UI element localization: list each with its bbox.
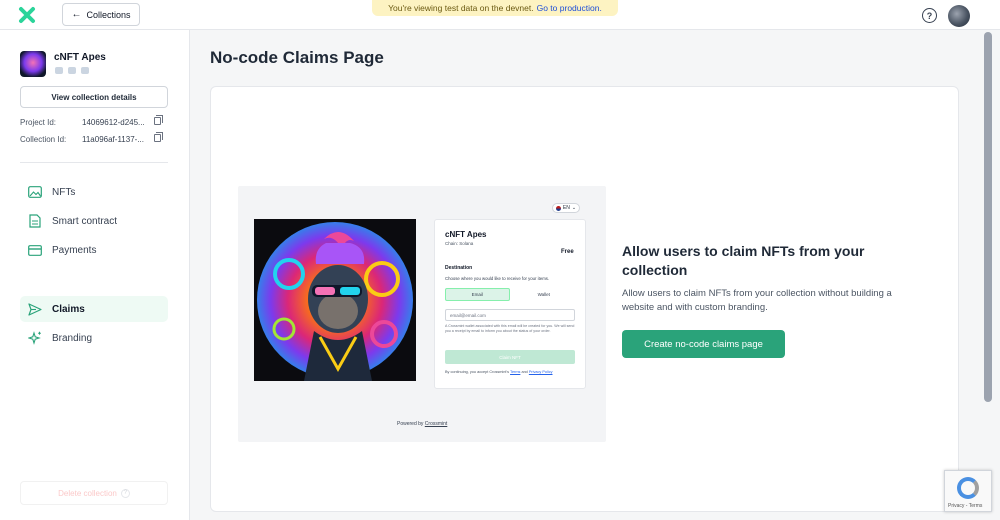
go-to-production-link[interactable]: Go to production. xyxy=(537,3,602,13)
back-to-collections-button[interactable]: ← Collections xyxy=(62,3,140,26)
back-button-label: Collections xyxy=(86,9,131,20)
tab-wallet[interactable]: Wallet xyxy=(513,288,576,301)
crossmint-logo-icon[interactable] xyxy=(18,6,36,24)
destination-instructions: Choose where you would like to receive f… xyxy=(445,276,550,281)
scrollbar[interactable] xyxy=(984,32,992,402)
twitter-icon[interactable] xyxy=(68,67,76,74)
destination-tabs: Email Wallet xyxy=(445,288,575,301)
discord-icon[interactable] xyxy=(81,67,89,74)
recaptcha-icon xyxy=(957,477,979,499)
tab-email[interactable]: Email xyxy=(445,288,510,301)
recaptcha-links[interactable]: Privacy - Terms xyxy=(948,503,982,509)
sidebar-item-payments[interactable]: Payments xyxy=(20,237,168,263)
send-icon xyxy=(28,302,42,316)
collection-id-value: 11a096af-1137-... xyxy=(82,135,144,144)
preview-collection-name: cNFT Apes xyxy=(445,230,487,239)
page-title: No-code Claims Page xyxy=(210,48,384,67)
collection-id-label: Collection Id: xyxy=(20,135,67,144)
delete-collection-label: Delete collection xyxy=(58,488,117,498)
help-icon[interactable]: ? xyxy=(922,8,937,23)
collection-name: cNFT Apes xyxy=(54,52,106,63)
sidebar-item-label: Branding xyxy=(52,332,93,344)
image-icon xyxy=(28,185,42,199)
nft-artwork-image xyxy=(254,219,416,381)
preview-chain: Chain: Solana xyxy=(445,241,474,246)
social-links xyxy=(55,67,89,74)
devnet-banner: You're viewing test data on the devnet. … xyxy=(372,0,618,16)
terms-prefix: By continuing, you accept Crossmint's xyxy=(445,370,510,374)
cta-heading: Allow users to claim NFTs from your coll… xyxy=(622,243,865,278)
delete-collection-button[interactable]: Delete collection ? xyxy=(20,481,168,505)
banner-text: You're viewing test data on the devnet. xyxy=(388,3,534,13)
project-id-value: 14069612-d245... xyxy=(82,118,145,127)
collection-thumbnail xyxy=(20,51,46,77)
sidebar-item-label: Payments xyxy=(52,244,97,256)
document-icon xyxy=(28,214,42,228)
terms-and: and xyxy=(521,370,528,374)
claim-nft-button[interactable]: Claim NFT xyxy=(445,350,575,364)
view-collection-details-button[interactable]: View collection details xyxy=(20,86,168,108)
terms-link[interactable]: Terms xyxy=(510,370,520,374)
arrow-left-icon: ← xyxy=(71,9,82,20)
sidebar-item-label: NFTs xyxy=(52,186,76,198)
language-code: EN xyxy=(562,205,570,211)
create-claims-page-button[interactable]: Create no-code claims page xyxy=(622,330,785,358)
website-icon[interactable] xyxy=(55,67,63,74)
privacy-policy-link[interactable]: Privacy Policy xyxy=(529,370,553,374)
powered-by-prefix: Powered by xyxy=(397,421,424,427)
sidebar-item-nfts[interactable]: NFTs xyxy=(20,179,168,205)
chevron-down-icon: ⌄ xyxy=(571,205,577,211)
email-field[interactable]: email@email.com xyxy=(445,309,575,321)
terms-text: By continuing, you accept Crossmint's Te… xyxy=(445,370,553,374)
preview-price: Free xyxy=(561,249,574,255)
top-bar: ← Collections You're viewing test data o… xyxy=(0,0,1000,30)
powered-by: Powered by Crossmint xyxy=(397,421,447,427)
email-note: A Crossmint wallet associated with this … xyxy=(445,324,575,333)
cta-description: Allow users to claim NFTs from your coll… xyxy=(622,288,892,313)
sparkles-icon xyxy=(28,331,42,345)
copy-icon[interactable] xyxy=(154,132,163,142)
question-icon: ? xyxy=(120,488,130,498)
sidebar: cNFT Apes View collection details Projec… xyxy=(0,30,190,520)
sidebar-item-label: Claims xyxy=(52,303,85,315)
sidebar-item-claims[interactable]: Claims xyxy=(20,296,168,322)
recaptcha-badge[interactable]: Privacy - Terms xyxy=(944,470,992,512)
us-flag-icon xyxy=(555,205,561,211)
sidebar-item-label: Smart contract xyxy=(52,215,118,227)
copy-icon[interactable] xyxy=(154,115,163,125)
language-selector[interactable]: EN ⌄ xyxy=(552,203,580,213)
credit-card-icon xyxy=(28,243,42,257)
crossmint-link[interactable]: Crossmint xyxy=(425,421,448,427)
project-id-label: Project Id: xyxy=(20,118,57,127)
sidebar-item-smart-contract[interactable]: Smart contract xyxy=(20,208,168,234)
user-avatar[interactable] xyxy=(948,5,970,27)
divider xyxy=(20,162,168,163)
destination-heading: Destination xyxy=(445,265,473,271)
sidebar-item-branding[interactable]: Branding xyxy=(20,325,168,351)
